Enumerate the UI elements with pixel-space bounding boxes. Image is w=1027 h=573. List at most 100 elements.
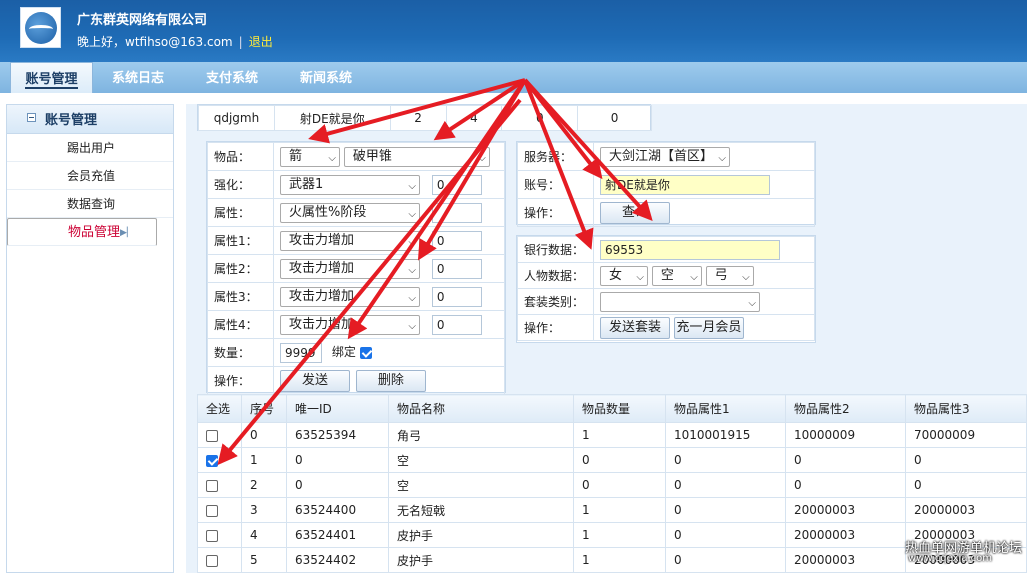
table-cell: 空 <box>388 447 574 473</box>
table-row: 10空0000 <box>197 447 1027 473</box>
row-checkbox-cell <box>197 447 242 473</box>
table-cell: 63525394 <box>286 422 389 448</box>
collapse-icon[interactable] <box>27 113 36 122</box>
send-suit-button[interactable]: 发送套装 <box>600 316 670 339</box>
server-label: 服务器： <box>517 142 594 171</box>
row-checkbox[interactable] <box>206 504 218 517</box>
table-cell: 0 <box>665 522 786 548</box>
server-form: 服务器： 大剑江湖【首区】 ⌵ 账号： 射DE就是你 操作： 查询 <box>516 141 816 227</box>
table-cell: 皮护手 <box>388 522 574 548</box>
table-cell: 2 <box>241 472 287 498</box>
suit-label: 套装类别： <box>517 288 594 315</box>
column-header: 唯一ID <box>286 394 389 423</box>
tab-system-log[interactable]: 系统日志 <box>112 62 164 93</box>
attribute-input[interactable] <box>431 202 482 223</box>
table-row: 0 63525394 角弓 1 1010001915 10000009 70000009 <box>197 422 1027 448</box>
chevron-down-icon: ⌵ <box>690 271 698 283</box>
attr4-select[interactable]: 攻击力增加 ⌵ <box>280 314 420 335</box>
tab-payment-system[interactable]: 支付系统 <box>206 62 258 93</box>
attr4-input[interactable]: 0 <box>431 314 482 335</box>
gender-select[interactable]: 女 ⌵ <box>600 265 648 286</box>
sidebar-item-kick-user[interactable]: 踢出用户 <box>7 134 173 162</box>
bank-label: 银行数据： <box>517 236 594 263</box>
ops-label: 操作： <box>207 366 274 395</box>
table-header: 全选 序号 唯一ID 物品名称 物品数量 物品属性1 物品属性2 物品属性3 <box>197 394 1027 423</box>
column-header: 序号 <box>241 394 287 423</box>
attr1-label: 属性1： <box>207 226 274 255</box>
chevron-down-icon: ⌵ <box>748 297 756 309</box>
user-greeting: 晚上好，wtfihso@163.com | 退出 <box>77 33 273 50</box>
select-all-header[interactable]: 全选 <box>197 394 242 423</box>
item-form: 物品： 箭 ⌵ 破甲锥 ⌵ 强化： 武器1 ⌵ 0 属性： 火属性%阶段 ⌵ 属性1： … <box>206 141 506 395</box>
send-button[interactable]: 发送 <box>280 369 350 392</box>
table-cell: 1 <box>573 522 666 548</box>
greeting-separator: | <box>238 35 243 49</box>
table-cell: 0 <box>785 472 906 498</box>
table-cell: 0 <box>665 447 786 473</box>
attribute-select[interactable]: 火属性%阶段 ⌵ <box>280 202 420 223</box>
item-name-select[interactable]: 破甲锥 ⌵ <box>343 146 490 167</box>
chevron-down-icon: ⌵ <box>718 152 726 164</box>
table-cell: 70000009 <box>905 422 1027 448</box>
enhance-select[interactable]: 武器1 ⌵ <box>280 174 420 195</box>
account-input[interactable]: 射DE就是你 <box>600 174 770 195</box>
attr3-select[interactable]: 攻击力增加 ⌵ <box>280 286 420 307</box>
attr4-label: 属性4： <box>207 310 274 339</box>
table-cell: 1 <box>573 547 666 573</box>
attr2-select[interactable]: 攻击力增加 ⌵ <box>280 258 420 279</box>
summary-cell: 0 <box>501 105 579 131</box>
table-cell: 3 <box>241 497 287 523</box>
table-cell: 4 <box>241 522 287 548</box>
tab-news-system[interactable]: 新闻系统 <box>300 62 352 93</box>
chevron-down-icon: ⌵ <box>408 264 416 276</box>
attr3-input[interactable]: 0 <box>431 286 482 307</box>
element-select[interactable]: 空 ⌵ <box>651 265 702 286</box>
row-checkbox[interactable] <box>206 454 218 467</box>
table-row: 3 63524400 无名短戟 1 0 20000003 20000003 <box>197 497 1027 523</box>
suit-select[interactable]: ⌵ <box>600 291 760 312</box>
summary-cell: 4 <box>445 105 503 131</box>
summary-cell: 2 <box>389 105 447 131</box>
class-select[interactable]: 弓 ⌵ <box>705 265 754 286</box>
summary-cell: qdjgmh <box>198 105 275 131</box>
sidebar: 账号管理 踢出用户 会员充值 数据查询 物品管理 ▶▏ <box>6 104 174 573</box>
row-checkbox[interactable] <box>206 529 218 542</box>
attr2-input[interactable]: 0 <box>431 258 482 279</box>
chevron-down-icon: ⌵ <box>408 180 416 192</box>
row-checkbox[interactable] <box>206 429 218 442</box>
attr1-select[interactable]: 攻击力增加 ⌵ <box>280 230 420 251</box>
bank-input[interactable]: 69553 <box>600 239 780 260</box>
item-category-select[interactable]: 箭 ⌵ <box>280 146 340 167</box>
server-select[interactable]: 大剑江湖【首区】 ⌵ <box>600 146 730 167</box>
table-cell: 20000003 <box>785 522 906 548</box>
chevron-down-icon: ⌵ <box>742 271 750 283</box>
sidebar-item-member-recharge[interactable]: 会员充值 <box>7 162 173 190</box>
table-cell: 0 <box>241 422 287 448</box>
row-checkbox-cell <box>197 422 242 448</box>
row-checkbox[interactable] <box>206 554 218 567</box>
recharge-month-button[interactable]: 充一月会员 <box>673 316 744 339</box>
row-checkbox[interactable] <box>206 479 218 492</box>
attr1-input[interactable]: 0 <box>431 230 482 251</box>
quantity-input[interactable]: 9999 <box>280 342 322 363</box>
table-cell: 0 <box>785 447 906 473</box>
column-header: 物品属性1 <box>665 394 786 423</box>
table-cell: 0 <box>573 472 666 498</box>
company-logo <box>20 7 61 48</box>
table-row: 5 63524402 皮护手 1 0 20000003 20000003 <box>197 547 1027 573</box>
enhance-input[interactable]: 0 <box>431 174 482 195</box>
sidebar-item-data-query[interactable]: 数据查询 <box>7 190 173 218</box>
account-label: 账号： <box>517 170 594 199</box>
table-cell: 皮护手 <box>388 547 574 573</box>
delete-button[interactable]: 删除 <box>355 369 426 392</box>
sidebar-header[interactable]: 账号管理 <box>7 105 173 134</box>
company-name: 广东群英网络有限公司 <box>77 13 208 28</box>
logout-link[interactable]: 退出 <box>249 35 273 49</box>
query-button[interactable]: 查询 <box>600 201 670 224</box>
tab-account-management[interactable]: 账号管理 <box>10 62 93 93</box>
bind-checkbox[interactable] <box>359 346 372 359</box>
sidebar-item-item-management[interactable]: 物品管理 ▶▏ <box>7 218 157 246</box>
table-cell: 1010001915 <box>665 422 786 448</box>
chevron-down-icon: ⌵ <box>408 236 416 248</box>
table-cell: 1 <box>241 447 287 473</box>
